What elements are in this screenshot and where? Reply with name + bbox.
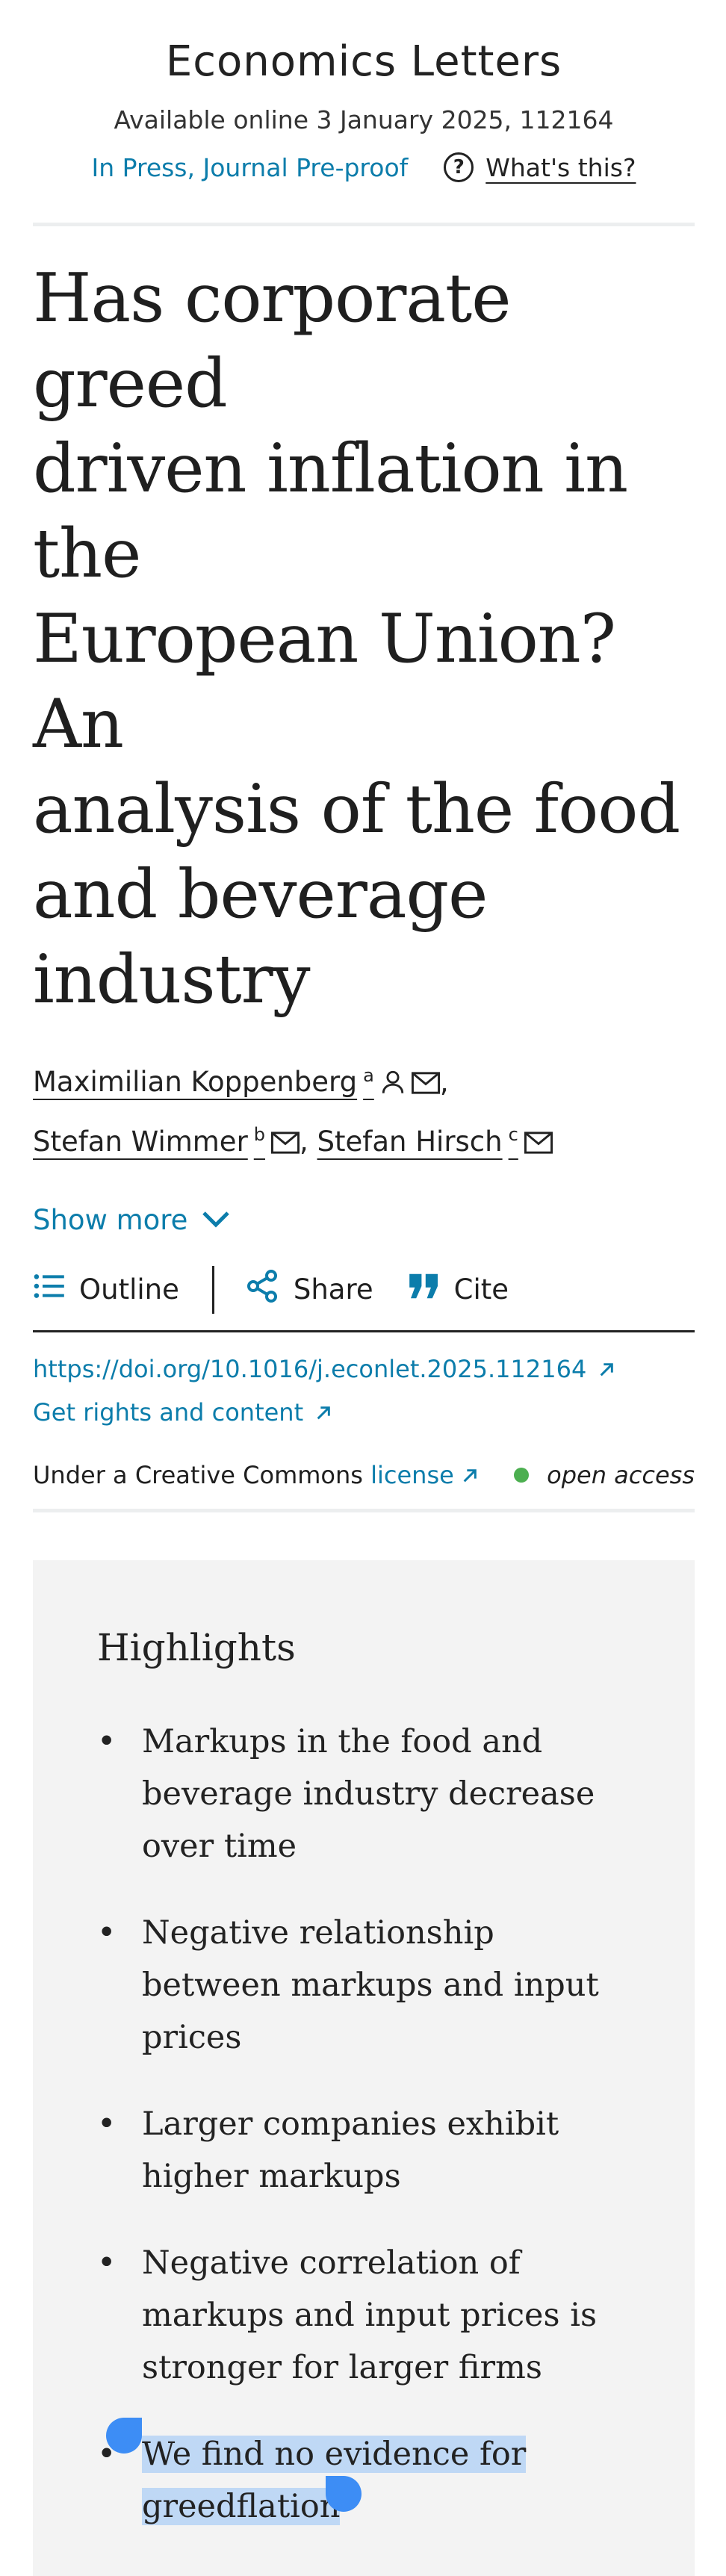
- license-prefix: Under a Creative Commons: [33, 1460, 363, 1489]
- highlight-text: Negative correlation of markups and inpu…: [142, 2244, 598, 2386]
- journal-title[interactable]: Economics Letters: [33, 37, 695, 86]
- author-link[interactable]: Stefan Hirsch c: [317, 1124, 553, 1158]
- doi-link[interactable]: https://doi.org/10.1016/j.econlet.2025.1…: [33, 1355, 695, 1383]
- chevron-down-icon: [201, 1204, 231, 1236]
- header-divider: [33, 223, 695, 226]
- title-line: driven inflation in the: [33, 429, 628, 593]
- person-icon: [380, 1061, 406, 1110]
- author-name: Stefan Wimmer: [33, 1125, 248, 1158]
- author-name: Stefan Hirsch: [317, 1125, 503, 1158]
- affiliation-marker: a: [363, 1065, 374, 1086]
- highlights-list: • Markups in the food and beverage indust…: [97, 1716, 635, 2567]
- open-access-dot: [514, 1467, 530, 1483]
- affiliation-marker: c: [508, 1124, 518, 1146]
- article-title: Has corporate greed driven inflation in …: [33, 256, 695, 1022]
- quote-icon: [408, 1273, 441, 1306]
- toolbar-rule: [33, 1329, 695, 1332]
- rights-link[interactable]: Get rights and content: [33, 1398, 695, 1427]
- title-line: analysis of the food: [33, 770, 680, 848]
- list-item-selected[interactable]: • We find no evidence for greedflation: [97, 2428, 635, 2533]
- in-press-link[interactable]: In Press, Journal Pre-proof: [92, 153, 409, 182]
- list-item: • Markups in the food and beverage indust…: [97, 1716, 635, 1872]
- mail-icon: [524, 1120, 553, 1170]
- share-label: Share: [293, 1273, 373, 1306]
- list-item: • Larger companies exhibit higher markups: [97, 2098, 635, 2203]
- external-link-icon: [594, 1355, 615, 1383]
- highlights-box: Highlights • Markups in the food and beve…: [33, 1559, 695, 2576]
- bullet: •: [97, 2105, 117, 2143]
- doi-text: https://doi.org/10.1016/j.econlet.2025.1…: [33, 1354, 587, 1383]
- license-divider: [33, 1508, 695, 1512]
- toolbar-separator: [211, 1265, 214, 1314]
- share-icon: [244, 1268, 280, 1311]
- whats-this-button[interactable]: ? What's this?: [444, 152, 636, 182]
- author-link[interactable]: Maximilian Koppenberg a: [33, 1065, 440, 1099]
- affiliation-marker: b: [253, 1124, 266, 1146]
- author-name: Maximilian Koppenberg: [33, 1066, 358, 1099]
- open-access-label: open access: [547, 1460, 695, 1489]
- article-page: Economics Letters Available online 3 Jan…: [33, 0, 695, 2576]
- title-line: and beverage industry: [33, 855, 488, 1019]
- question-icon: ?: [444, 152, 474, 182]
- show-more-label: Show more: [33, 1203, 188, 1236]
- license-row: Under a Creative Commons license open ac…: [33, 1461, 695, 1489]
- highlight-text: Negative relationship between markups an…: [142, 1914, 599, 2056]
- whats-this-label: What's this?: [485, 152, 636, 182]
- list-item: • Negative correlation of markups and inp…: [97, 2237, 635, 2394]
- outline-label: Outline: [79, 1273, 179, 1306]
- cite-label: Cite: [453, 1273, 509, 1306]
- status-row: In Press, Journal Pre-proof ? What's thi…: [33, 152, 695, 182]
- license-link-text: license: [370, 1460, 454, 1489]
- author-list: Maximilian Koppenberg a, Stefan Wimmer b, …: [33, 1051, 695, 1170]
- rights-text: Get rights and content: [33, 1397, 304, 1427]
- external-link-icon: [454, 1461, 478, 1489]
- mail-icon: [411, 1061, 440, 1110]
- bullet: •: [97, 2244, 117, 2282]
- title-line: Has corporate greed: [33, 259, 511, 423]
- outline-button[interactable]: Outline: [33, 1273, 179, 1306]
- article-toolbar: Outline Share Cite: [33, 1265, 695, 1314]
- license-statement: Under a Creative Commons license: [33, 1461, 478, 1489]
- share-button[interactable]: Share: [244, 1268, 373, 1311]
- title-line: European Union? An: [33, 600, 616, 763]
- mail-icon: [271, 1120, 300, 1170]
- author-link[interactable]: Stefan Wimmer b: [33, 1124, 300, 1158]
- bullet: •: [97, 1722, 117, 1760]
- show-more-button[interactable]: Show more: [33, 1204, 695, 1236]
- highlight-text: Larger companies exhibit higher markups: [142, 2105, 559, 2195]
- cite-button[interactable]: Cite: [408, 1273, 509, 1306]
- availability-text: Available online 3 January 2025, 112164: [114, 105, 614, 134]
- selection-start-handle[interactable]: [106, 2417, 142, 2454]
- external-link-icon: [311, 1398, 332, 1427]
- list-item: • Negative relationship between markups a…: [97, 1907, 635, 2064]
- bullet: •: [97, 1914, 117, 1952]
- highlight-text: Markups in the food and beverage industr…: [142, 1722, 595, 1865]
- license-link[interactable]: license: [370, 1461, 478, 1489]
- highlight-text-selection[interactable]: We find no evidence for greedflation: [142, 2428, 635, 2533]
- highlights-title: Highlights: [97, 1625, 296, 1669]
- open-access-badge: open access: [514, 1461, 695, 1489]
- selection-end-handle[interactable]: [326, 2475, 362, 2512]
- list-icon: [33, 1273, 66, 1306]
